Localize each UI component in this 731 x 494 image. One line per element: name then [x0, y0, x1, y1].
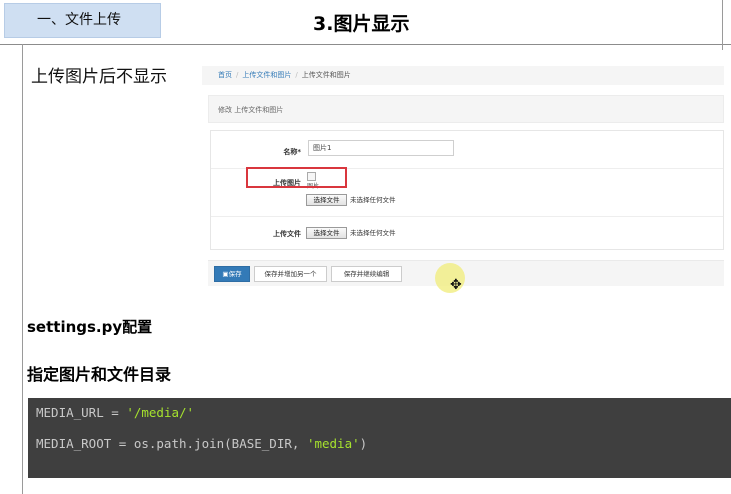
- breadcrumb-current: 上传文件和图片: [301, 71, 351, 79]
- name-input[interactable]: 图片1: [308, 140, 454, 156]
- slide-title: 3.图片显示: [313, 13, 410, 35]
- change-form: 名称* 图片1 上传图片 图片 选择文件 未选择任何文件 上传文件 选择文件 未…: [210, 130, 724, 250]
- save-and-add-button[interactable]: 保存并增加另一个: [254, 266, 327, 282]
- code-string: '/media/': [126, 405, 195, 420]
- right-margin-rule: [722, 0, 723, 50]
- media-dir-heading: 指定图片和文件目录: [27, 365, 172, 384]
- save-and-continue-button[interactable]: 保存并继续编辑: [331, 266, 402, 282]
- section-tab: 一、文件上传: [4, 3, 161, 38]
- breadcrumb: 首页 / 上传文件和图片 / 上传文件和图片: [202, 66, 724, 85]
- form-row-name: 名称* 图片1: [211, 131, 723, 169]
- choose-file-button[interactable]: 选择文件: [306, 227, 347, 239]
- file-label: 上传文件: [273, 230, 301, 238]
- caption-text: 上传图片后不显示: [31, 67, 167, 87]
- code-text: MEDIA_URL =: [36, 405, 127, 420]
- left-margin-rule: [22, 44, 23, 494]
- highlight-box: [246, 167, 347, 188]
- code-text: MEDIA_ROOT = os.path.join(BASE_DIR,: [36, 436, 307, 451]
- slide-divider: [0, 44, 731, 45]
- move-cursor-icon: ✥: [450, 277, 462, 293]
- breadcrumb-home[interactable]: 首页: [218, 71, 232, 79]
- choose-image-button[interactable]: 选择文件: [306, 194, 347, 206]
- breadcrumb-separator: /: [295, 71, 298, 79]
- file-status: 未选择任何文件: [350, 229, 396, 237]
- save-button-label: 保存: [228, 270, 242, 278]
- breadcrumb-separator: /: [236, 71, 239, 79]
- name-label: 名称*: [283, 148, 301, 156]
- code-line-media-url: MEDIA_URL = '/media/': [36, 405, 194, 420]
- code-block: MEDIA_URL = '/media/' MEDIA_ROOT = os.pa…: [28, 398, 731, 478]
- breadcrumb-app[interactable]: 上传文件和图片: [242, 71, 291, 79]
- panel-title: 修改 上传文件和图片: [208, 95, 724, 123]
- code-text: ): [359, 436, 368, 451]
- save-button[interactable]: ▣保存: [214, 266, 250, 282]
- submit-row: ▣保存 保存并增加另一个 保存并继续编辑: [208, 260, 724, 286]
- settings-heading: settings.py配置: [27, 318, 153, 336]
- code-line-media-root: MEDIA_ROOT = os.path.join(BASE_DIR, 'med…: [36, 436, 367, 451]
- code-string: 'media': [306, 436, 360, 451]
- form-row-file: 上传文件 选择文件 未选择任何文件: [211, 217, 723, 250]
- image-file-status: 未选择任何文件: [350, 196, 396, 204]
